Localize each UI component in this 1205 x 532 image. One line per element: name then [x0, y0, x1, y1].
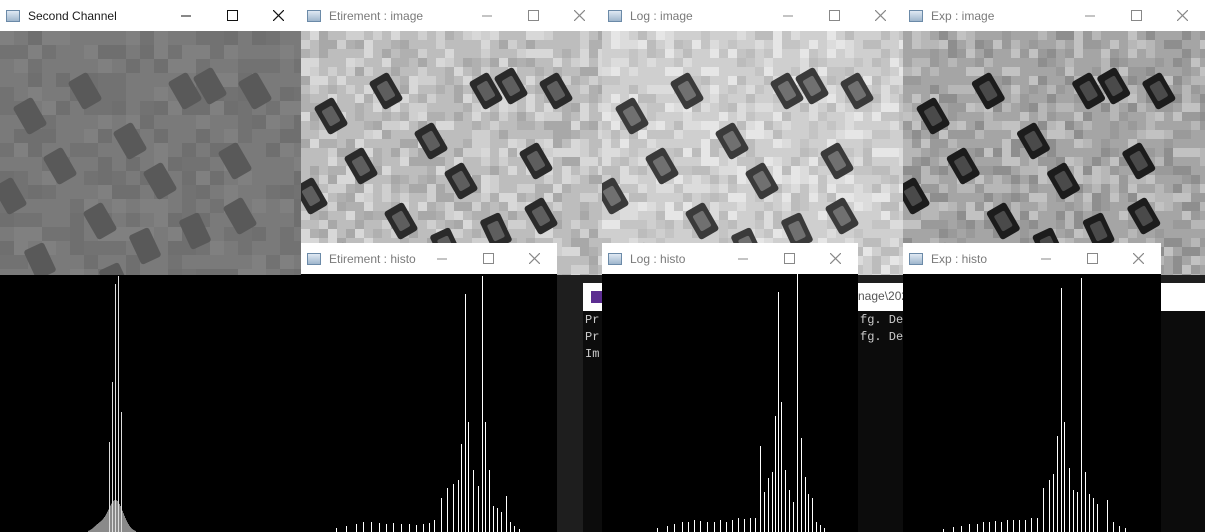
window-title: Log : image: [630, 8, 693, 23]
image-view: [0, 31, 301, 275]
minimize-button[interactable]: [765, 0, 811, 31]
close-button[interactable]: [812, 243, 858, 274]
window-etirement-histo[interactable]: Etirement : histo: [301, 243, 557, 532]
maximize-button[interactable]: [1113, 0, 1159, 31]
opencv-window-icon: [6, 9, 20, 22]
maximize-icon: [226, 10, 238, 21]
image-view: [301, 31, 602, 275]
close-button[interactable]: [1159, 0, 1205, 31]
opencv-window-icon: [909, 252, 923, 265]
window-titlebar[interactable]: Second Channel: [0, 0, 301, 32]
console-line-left: Pr: [585, 313, 600, 327]
minimize-icon: [783, 15, 793, 16]
maximize-icon: [482, 253, 494, 264]
maximize-button[interactable]: [766, 243, 812, 274]
console-line-right: fg. De: [860, 330, 904, 344]
window-log-histo[interactable]: Log : histo: [602, 243, 858, 532]
histogram-view: [0, 275, 252, 532]
close-icon: [272, 10, 284, 21]
close-button[interactable]: [857, 0, 903, 31]
close-icon: [1176, 10, 1188, 21]
maximize-icon: [1130, 10, 1142, 21]
console-line-left: Im: [585, 347, 600, 361]
window-title: Log : histo: [630, 251, 686, 266]
window-exp-histo[interactable]: Exp : histo: [903, 243, 1161, 532]
window-title: Etirement : histo: [329, 251, 416, 266]
window-titlebar[interactable]: Exp : image: [903, 0, 1205, 32]
minimize-icon: [482, 15, 492, 16]
opencv-window-icon: [608, 252, 622, 265]
window-etirement-image[interactable]: Etirement : image: [301, 0, 602, 275]
minimize-icon: [181, 15, 191, 16]
console-line-right: fg. De: [860, 313, 904, 327]
window-log-image[interactable]: Log : image: [602, 0, 903, 275]
opencv-window-icon: [608, 9, 622, 22]
maximize-icon: [828, 10, 840, 21]
minimize-icon: [1041, 258, 1051, 259]
maximize-button[interactable]: [811, 0, 857, 31]
maximize-button[interactable]: [209, 0, 255, 31]
image-view: [602, 31, 903, 275]
maximize-button[interactable]: [1069, 243, 1115, 274]
maximize-icon: [783, 253, 795, 264]
minimize-icon: [1085, 15, 1095, 16]
console-path-text: nage\202: [858, 289, 909, 303]
histogram-view: [602, 274, 858, 532]
window-title: Second Channel: [28, 8, 117, 23]
window-title: Exp : image: [931, 8, 995, 23]
close-icon: [1132, 253, 1144, 264]
minimize-button[interactable]: [163, 0, 209, 31]
window-titlebar[interactable]: Etirement : histo: [301, 243, 557, 275]
window-titlebar[interactable]: Log : histo: [602, 243, 858, 275]
close-icon: [874, 10, 886, 21]
window-titlebar[interactable]: Etirement : image: [301, 0, 602, 32]
minimize-icon: [738, 258, 748, 259]
close-icon: [829, 253, 841, 264]
close-button[interactable]: [255, 0, 301, 31]
console-line-left: Pr: [585, 330, 600, 344]
maximize-button[interactable]: [465, 243, 511, 274]
close-button[interactable]: [556, 0, 602, 31]
window-exp-image[interactable]: Exp : image: [903, 0, 1205, 275]
close-icon: [528, 253, 540, 264]
maximize-icon: [527, 10, 539, 21]
opencv-window-icon: [909, 9, 923, 22]
image-view: [903, 31, 1205, 275]
minimize-button[interactable]: [1067, 0, 1113, 31]
close-button[interactable]: [511, 243, 557, 274]
histogram-view: [301, 274, 557, 532]
opencv-window-icon: [307, 252, 321, 265]
window-titlebar[interactable]: Exp : histo: [903, 243, 1161, 275]
minimize-button[interactable]: [720, 243, 766, 274]
minimize-icon: [437, 258, 447, 259]
window-title: Etirement : image: [329, 8, 424, 23]
close-button[interactable]: [1115, 243, 1161, 274]
histogram-view: [903, 274, 1161, 532]
close-icon: [573, 10, 585, 21]
window-second-channel[interactable]: Second Channel: [0, 0, 301, 532]
maximize-icon: [1086, 253, 1098, 264]
opencv-window-icon: [307, 9, 321, 22]
maximize-button[interactable]: [510, 0, 556, 31]
minimize-button[interactable]: [1023, 243, 1069, 274]
minimize-button[interactable]: [464, 0, 510, 31]
window-titlebar[interactable]: Log : image: [602, 0, 903, 32]
window-title: Exp : histo: [931, 251, 988, 266]
minimize-button[interactable]: [419, 243, 465, 274]
